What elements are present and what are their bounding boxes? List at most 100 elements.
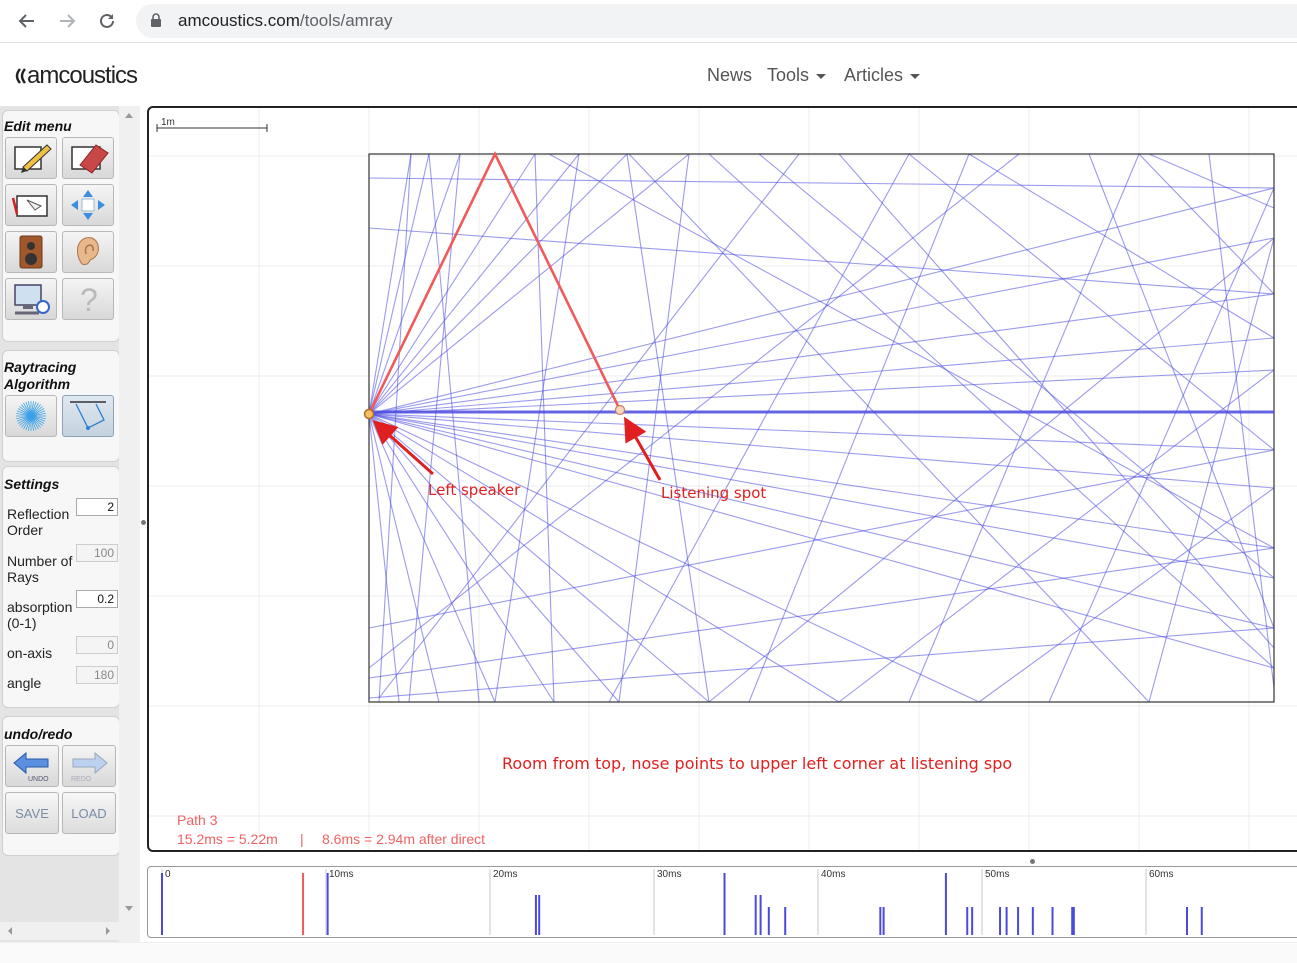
redo-button[interactable]: REDO [62,745,116,787]
absorption-label: absorption (0-1) [7,599,72,631]
image-source-button[interactable] [62,395,114,437]
absorption-input[interactable] [76,590,118,608]
number-of-rays-label: Number of Rays [7,553,72,585]
raytracing-panel: Raytracing Algorithm [2,350,120,462]
splitter-handle-horizontal[interactable] [1030,859,1035,864]
ray-segment [368,413,440,703]
site-logo[interactable]: amcoustics [14,61,156,98]
angle-input [76,666,118,684]
ray-segment [368,413,1275,669]
timeline-tick-label: 10ms [329,869,353,880]
timeline-tick-label: 0 [165,869,171,880]
ray-segment [368,153,430,415]
on-axis-label: on-axis [7,645,53,661]
ray-burst-icon [16,401,46,431]
ray-segment [368,413,840,703]
eraser-icon [71,144,109,174]
url-path: /tools/amray [299,11,393,30]
on-axis-input [76,636,118,654]
chevron-down-icon [816,73,827,79]
move-arrows-icon [71,190,105,220]
ray-segment [1048,187,1275,703]
scale-bar: 1m [156,117,268,132]
help-button[interactable]: ? [62,278,114,320]
undo-button[interactable]: UNDO [5,745,59,787]
add-speaker-button[interactable] [5,231,57,273]
sidebar-hscrollbar[interactable] [0,922,119,940]
settings-panel: Settings ReflectionOrder Number ofRays a… [2,466,120,708]
impulse-timeline[interactable]: 0 10ms 20ms 30ms 40ms 50ms 60ms [147,866,1297,938]
erase-button[interactable] [62,137,114,179]
save-button[interactable]: SAVE [5,792,59,834]
address-bar[interactable]: amcoustics.com/tools/amray [136,4,1297,38]
ray-segment [494,153,580,703]
add-listener-button[interactable] [62,231,114,273]
number-of-rays-label-line1: Number of [7,553,73,569]
nav-articles[interactable]: Articles [844,65,921,86]
ray-segment [758,153,1275,579]
ray-segment [1208,153,1275,689]
path-separator: | [300,831,304,847]
forward-arrow-icon[interactable] [54,8,80,34]
amcoustics-logo: amcoustics [15,62,139,89]
left-speaker-marker[interactable] [363,408,375,420]
logo-text: amcoustics [27,62,138,89]
ray-segment [368,153,580,415]
load-button[interactable]: LOAD [62,792,116,834]
nav-news-label: News [707,65,753,85]
ray-segment [838,153,1275,649]
highlighted-path-3 [367,151,622,415]
image-source-icon [70,401,106,430]
site-header: amcoustics News Tools Articles [0,43,1297,105]
ray-burst-button[interactable] [5,395,57,437]
ray-segment [368,413,980,703]
raytracing-canvas[interactable]: 1m Left speaker Listening spot Room from… [147,106,1297,852]
number-of-rays-label-line2: Rays [7,569,39,585]
page-footer-strip [0,942,1297,963]
absorption-label-line1: absorption [7,599,73,615]
url-text: amcoustics.com/tools/amray [178,11,392,31]
ray-segment [1138,153,1275,295]
svg-text:?: ? [80,282,98,317]
ray-segment [628,153,1150,703]
timeline-chart: 0 10ms 20ms 30ms 40ms 50ms 60ms [161,869,1203,935]
select-wall-icon [11,195,48,217]
path-detail-b: 8.6ms = 2.94m after direct [322,831,485,847]
ray-segment [368,227,1275,295]
reflection-order-input[interactable] [76,498,118,516]
nav-news[interactable]: News [707,65,752,86]
select-wall-button[interactable] [5,184,57,226]
ray-segment [378,153,412,703]
angle-label: angle [7,675,42,691]
move-button[interactable] [62,184,114,226]
timeline-tick-label: 50ms [985,869,1009,880]
timeline-tick-label: 60ms [1149,869,1173,880]
nav-articles-label: Articles [844,65,904,85]
ray-segment [368,237,1275,415]
absorption-label-line2: (0-1) [7,615,37,631]
timeline-tick-label: 30ms [657,869,681,880]
speaker-icon [19,235,43,269]
ray-segment [978,487,1275,703]
ray-segment [368,413,1275,451]
redo-arrow-icon: REDO [71,751,108,783]
reload-icon[interactable] [94,8,120,34]
ray-segment [368,153,461,415]
splitter-handle-vertical[interactable] [141,520,146,525]
nav-tools[interactable]: Tools [767,65,827,86]
listening-spot-marker[interactable] [614,404,626,416]
listening-spot-arrow [624,416,662,481]
room-settings-button[interactable] [5,278,57,320]
nav-tools-label: Tools [767,65,810,85]
ray-segment [368,413,620,703]
listening-spot-annotation: Listening spot [661,484,766,502]
reflection-order-label-line2: Order [7,522,43,538]
back-arrow-icon[interactable] [14,8,40,34]
room-drawing[interactable]: 1m Left speaker Listening spot Room from… [149,108,1297,850]
draw-wall-button[interactable] [5,137,57,179]
undo-label: UNDO [28,776,49,783]
timeline-tick-label: 40ms [821,869,845,880]
raytracing-title-line2: Algorithm [4,376,71,392]
sidebar-scrollbar[interactable] [119,106,140,942]
monitor-settings-icon [14,284,50,315]
